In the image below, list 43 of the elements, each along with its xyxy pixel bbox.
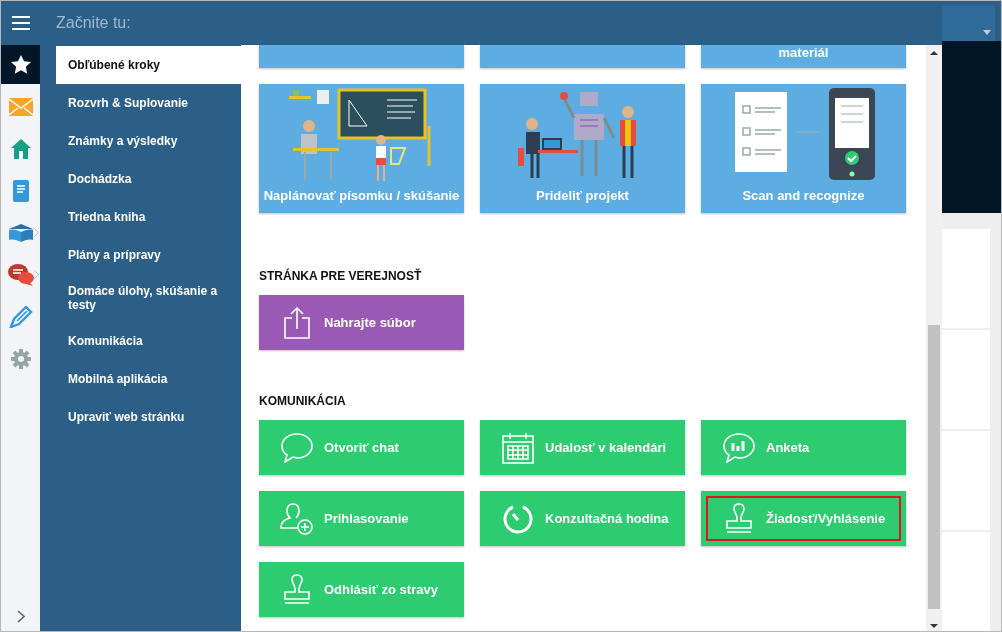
tile[interactable]: Prideliť projekt	[480, 84, 685, 213]
rail-item[interactable]	[1, 45, 40, 84]
menu-item[interactable]: Komunikácia	[56, 322, 241, 360]
star-icon	[9, 53, 32, 76]
stamp-icon	[281, 573, 312, 606]
stamp-icon	[723, 502, 754, 535]
tile[interactable]: Nahrajte súbor	[259, 295, 464, 350]
menu-button[interactable]	[1, 1, 40, 45]
open-book-icon	[7, 222, 34, 243]
envelope-icon	[8, 97, 33, 116]
add-user-icon	[279, 502, 314, 535]
scrollbar[interactable]	[926, 45, 942, 631]
tile[interactable]: materiál	[701, 45, 906, 68]
timer-icon	[502, 503, 533, 534]
chevron-icon	[34, 228, 39, 237]
chevron-icon	[16, 609, 25, 623]
menu-item[interactable]: Triedna kniha	[56, 198, 241, 236]
house-icon	[9, 137, 32, 160]
tile[interactable]: Scan and recognize	[701, 84, 906, 213]
menu-item[interactable]: Dochádzka	[56, 160, 241, 198]
section-heading: STRÁNKA PRE VEREJNOSŤ	[259, 269, 423, 285]
menu-item[interactable]: Obľúbené kroky	[56, 46, 241, 84]
tile[interactable]	[480, 45, 685, 68]
caret-icon	[983, 30, 991, 35]
upload-icon	[283, 306, 310, 339]
chevron-icon	[34, 270, 39, 279]
menu-item[interactable]: Plány a prípravy	[56, 236, 241, 274]
chart-bubble-icon	[722, 432, 755, 463]
pen-icon	[8, 305, 33, 328]
tile[interactable]	[259, 45, 464, 68]
menu-icon	[11, 16, 30, 30]
menu-item[interactable]: Rozvrh & Suplovanie	[56, 84, 241, 122]
section-heading: KOMUNIKÁCIA	[259, 394, 347, 410]
speech-bubbles-icon	[7, 263, 34, 286]
header-title: Začnite tu:	[56, 14, 131, 32]
menu-item[interactable]: Upraviť web stránku	[56, 398, 241, 436]
menu-item[interactable]: Známky a výsledky	[56, 122, 241, 160]
menu-item[interactable]: Mobilná aplikácia	[56, 360, 241, 398]
notebook-icon	[12, 179, 29, 202]
calendar-icon	[501, 431, 534, 464]
speech-bubble-icon	[280, 432, 313, 463]
tile[interactable]: Naplánovať písomku / skúšanie	[259, 84, 464, 213]
menu-item[interactable]: Domáce úlohy, skúšanie a testy	[56, 274, 241, 322]
